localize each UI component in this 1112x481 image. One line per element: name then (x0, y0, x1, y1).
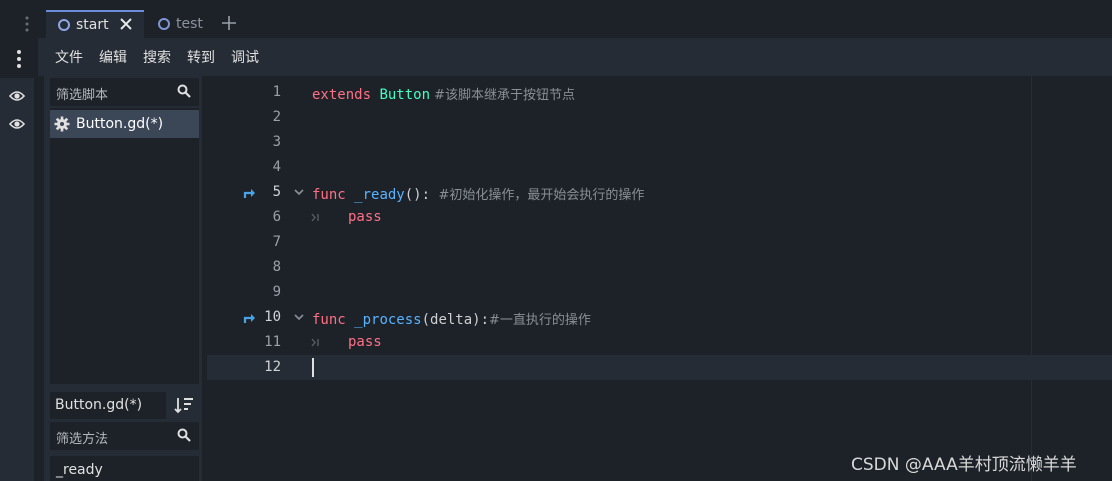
current-script-name: Button.gd(*) (50, 392, 166, 419)
line-number: 2 (272, 109, 281, 125)
code-line[interactable]: 11 pass (207, 330, 1112, 355)
line-number: 5 (272, 184, 281, 200)
left-dock-strip (0, 0, 38, 481)
filter-methods-input[interactable]: 筛选方法 (50, 422, 199, 450)
list-item[interactable]: _ready (56, 462, 103, 478)
code-line[interactable]: 7 (207, 230, 1112, 255)
menu-edit[interactable]: 编辑 (99, 47, 127, 67)
more-options-button[interactable] (0, 44, 38, 74)
code-text: pass (348, 334, 382, 350)
code-line[interactable]: 9 (207, 280, 1112, 305)
close-icon[interactable] (118, 16, 134, 32)
script-list-panel: 筛选脚本 Button.gd(*) Button.gd(*) 筛选方法 _rea… (44, 76, 202, 481)
code-line[interactable]: 6 pass (207, 205, 1112, 230)
menu-debug[interactable]: 调试 (231, 47, 259, 67)
fold-chevron-icon[interactable] (294, 188, 304, 196)
text-cursor (312, 358, 314, 377)
tab-start[interactable]: start (46, 10, 144, 38)
filter-scripts-placeholder: 筛选脚本 (56, 88, 109, 103)
search-icon (177, 84, 191, 98)
code-text: pass (348, 209, 382, 225)
scene-tab-bar: start test (38, 0, 1112, 38)
drag-grip-icon[interactable] (24, 14, 30, 34)
search-icon (177, 428, 191, 442)
script-list: Button.gd(*) (50, 108, 199, 384)
line-number: 12 (264, 359, 281, 375)
line-number: 9 (272, 284, 281, 300)
gear-icon (54, 116, 70, 132)
code-line[interactable]: 10 func _process(delta):#一直执行的操作 (207, 305, 1112, 330)
line-number: 10 (264, 309, 281, 325)
menu-file[interactable]: 文件 (55, 47, 83, 67)
eye-icon[interactable] (9, 88, 25, 104)
list-item[interactable]: Button.gd(*) (50, 110, 199, 138)
code-line[interactable]: 12 (207, 355, 1112, 380)
code-editor[interactable]: 1 extends Button #该脚本继承于按钮节点 2 3 4 5 func _rea… (207, 76, 1112, 481)
line-number: 8 (272, 259, 281, 275)
method-list: _ready (50, 456, 199, 481)
watermark: CSDN @AAA羊村顶流懒羊羊 (851, 455, 1077, 475)
scene-dot-icon (158, 18, 170, 30)
add-tab-icon[interactable] (220, 14, 238, 32)
filter-methods-placeholder: 筛选方法 (56, 432, 109, 447)
line-number: 3 (272, 134, 281, 150)
kebab-menu-icon (17, 50, 21, 68)
filter-scripts-input[interactable]: 筛选脚本 (50, 78, 199, 106)
code-line[interactable]: 8 (207, 255, 1112, 280)
line-number: 11 (264, 334, 281, 350)
sort-icon[interactable] (174, 396, 194, 414)
menu-goto[interactable]: 转到 (187, 47, 215, 67)
script-menu-bar: 文件 编辑 搜索 转到 调试 (38, 38, 1112, 76)
tab-label: test (176, 16, 203, 32)
menu-search[interactable]: 搜索 (143, 47, 171, 67)
code-line[interactable]: 1 extends Button #该脚本继承于按钮节点 (207, 80, 1112, 105)
tab-label: start (76, 17, 109, 33)
visibility-panel (0, 78, 34, 481)
code-line[interactable]: 4 (207, 155, 1112, 180)
line-number: 1 (272, 84, 281, 100)
code-line[interactable]: 5 func _ready(): #初始化操作，最开始会执行的操作 (207, 180, 1112, 205)
script-name: Button.gd(*) (76, 116, 164, 132)
code-line[interactable]: 2 (207, 105, 1112, 130)
tab-indent-icon (311, 338, 319, 347)
line-number: 4 (272, 159, 281, 175)
line-number: 6 (272, 209, 281, 225)
script-editor-window: start test 文件 编辑 搜索 转到 调试 筛选脚本 Button.gd… (0, 0, 1112, 481)
code-text: extends Button #该脚本继承于按钮节点 (312, 87, 576, 103)
code-text: func _ready(): #初始化操作，最开始会执行的操作 (312, 187, 645, 203)
tab-indent-icon (311, 213, 319, 222)
code-text: func _process(delta):#一直执行的操作 (312, 312, 591, 328)
tab-test[interactable]: test (152, 10, 222, 38)
code-line[interactable]: 3 (207, 130, 1112, 155)
line-number: 7 (272, 234, 281, 250)
fold-chevron-icon[interactable] (294, 313, 304, 321)
scene-dot-icon (58, 19, 70, 31)
eye-icon[interactable] (9, 116, 25, 132)
